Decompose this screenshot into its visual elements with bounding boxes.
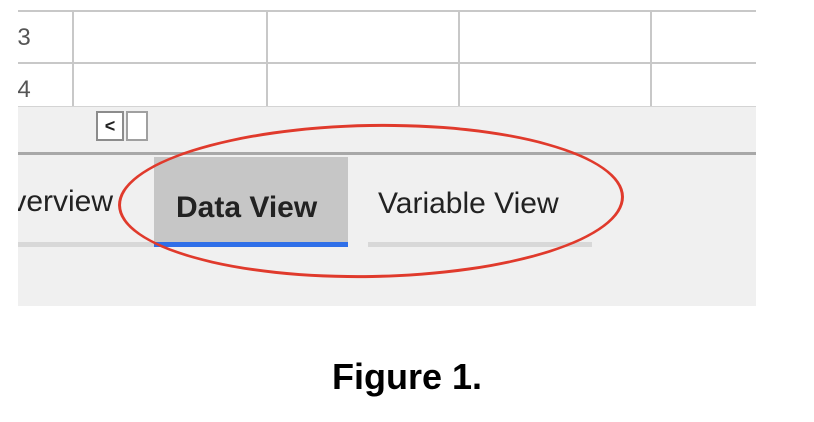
table-cell[interactable]	[268, 64, 460, 106]
table-cell[interactable]	[268, 12, 460, 64]
table-cell[interactable]	[652, 64, 756, 106]
tab-label: Overview	[18, 185, 114, 218]
scrollbar-thumb[interactable]	[126, 111, 148, 141]
figure-caption: Figure 1.	[331, 356, 483, 397]
table-cell[interactable]	[460, 64, 652, 106]
table-row[interactable]: 23	[18, 12, 756, 64]
scroll-left-button[interactable]: <	[96, 111, 124, 141]
table-cell[interactable]	[652, 12, 756, 64]
row-number[interactable]: 24	[18, 64, 74, 106]
data-grid: 23 24	[18, 0, 756, 106]
row-number[interactable]: 23	[18, 12, 74, 64]
table-row[interactable]: 24	[18, 64, 756, 106]
table-cell[interactable]	[74, 64, 268, 106]
table-cell[interactable]	[74, 12, 268, 64]
tab-underline	[18, 242, 158, 247]
table-cell[interactable]	[460, 12, 652, 64]
chevron-left-icon: <	[104, 116, 116, 136]
